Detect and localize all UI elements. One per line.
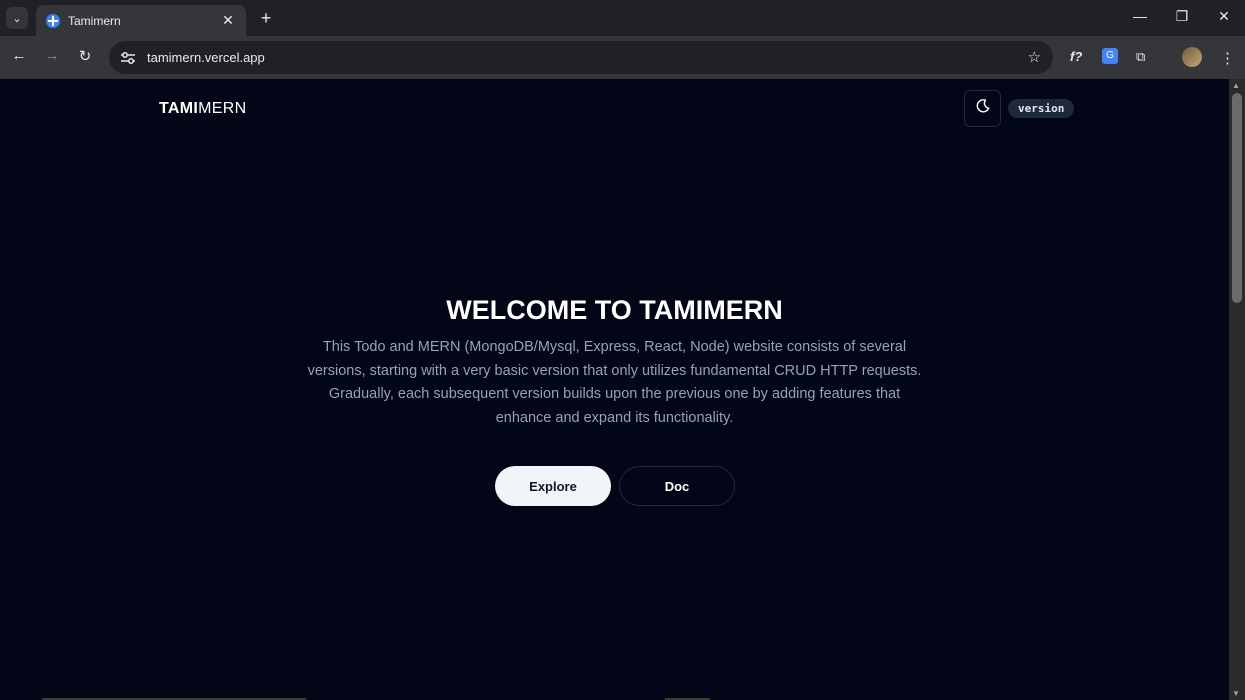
chevron-down-icon: ⌄ — [12, 12, 22, 25]
browser-menu-icon[interactable]: ⋮ — [1220, 49, 1235, 67]
translate-extension-icon[interactable]: G — [1102, 48, 1118, 64]
moon-icon — [975, 98, 991, 119]
browser-toolbar: ← → ↻ tamimern.vercel.app ☆ f? G ⧉ ⋮ — [0, 36, 1245, 79]
bookmark-star-icon[interactable]: ☆ — [1028, 48, 1041, 66]
scrollbar-thumb[interactable] — [1232, 93, 1242, 303]
restore-button[interactable]: ❐ — [1172, 8, 1192, 25]
new-tab-button[interactable]: + — [256, 8, 276, 29]
tab-close-icon[interactable]: ✕ — [220, 12, 236, 29]
site-logo[interactable]: TAMIMERN — [159, 100, 246, 118]
forward-button[interactable]: → — [42, 47, 62, 64]
hero-title: WELCOME TO TAMIMERN — [446, 295, 783, 325]
favicon-icon — [46, 13, 60, 28]
back-button[interactable]: ← — [9, 47, 29, 64]
fx-extension-icon[interactable]: f? — [1070, 49, 1082, 64]
version-badge[interactable]: version — [1008, 99, 1075, 118]
extensions-puzzle-icon[interactable]: ⧉ — [1136, 49, 1145, 65]
address-bar[interactable]: tamimern.vercel.app ☆ — [109, 41, 1053, 74]
theme-toggle-button[interactable] — [964, 90, 1001, 127]
tab-title: Tamimern — [68, 13, 121, 28]
close-window-button[interactable]: ✕ — [1214, 8, 1234, 25]
minimize-button[interactable]: — — [1130, 8, 1150, 24]
scroll-up-icon[interactable]: ▲ — [1232, 81, 1240, 90]
browser-tab[interactable]: Tamimern ✕ — [36, 5, 246, 36]
explore-button[interactable]: Explore — [495, 466, 611, 506]
reload-button[interactable]: ↻ — [75, 47, 95, 65]
browser-titlebar: ⌄ Tamimern ✕ + — ❐ ✕ — [0, 0, 1245, 36]
tab-search-button[interactable]: ⌄ — [6, 7, 28, 29]
hero-description: This Todo and MERN (MongoDB/Mysql, Expre… — [307, 339, 922, 427]
scroll-down-icon[interactable]: ▼ — [1232, 689, 1240, 698]
site-info-icon[interactable] — [119, 49, 137, 67]
page-viewport: TAMIMERN version WELCOME TO TAMIMERN Thi… — [0, 79, 1229, 700]
logo-regular-text: MERN — [198, 100, 247, 117]
vertical-scrollbar[interactable]: ▲ ▼ — [1229, 79, 1245, 700]
doc-button[interactable]: Doc — [619, 466, 735, 506]
url-text: tamimern.vercel.app — [147, 50, 265, 65]
logo-bold-text: TAMI — [159, 100, 199, 117]
profile-avatar[interactable] — [1182, 47, 1202, 67]
